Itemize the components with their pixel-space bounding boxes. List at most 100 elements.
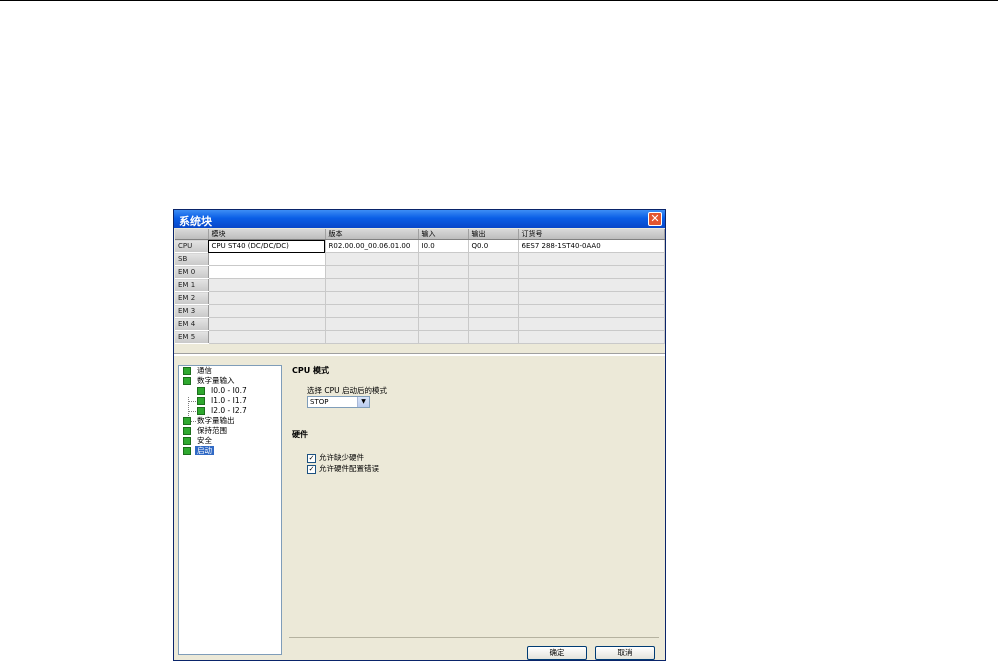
header-order-number: 订货号 <box>518 229 665 240</box>
version-cell <box>325 265 419 279</box>
order-number-cell: 6ES7 288-1ST40-0AA0 <box>518 239 665 253</box>
input-cell <box>418 304 469 318</box>
module-cell[interactable] <box>208 291 326 305</box>
version-cell <box>325 291 419 305</box>
table-row[interactable]: SB <box>175 252 665 266</box>
table-row[interactable]: CPU CPU ST40 (DC/DC/DC) R02.00.00_00.06.… <box>175 239 665 253</box>
slot-label[interactable]: EM 4 <box>175 317 209 331</box>
system-block-dialog: 系统块 ✕ 模块 版本 输入 输出 订货号 CPU CPU ST40 (DC/D… <box>173 209 666 661</box>
input-cell <box>418 278 469 292</box>
settings-tree: 通信 数字量输入 I0.0 - I0.7 I1.0 - I1.7 I2.0 - … <box>178 365 282 655</box>
version-cell <box>325 317 419 331</box>
tree-item-digital-inputs[interactable]: 数字量输入 <box>183 376 237 386</box>
checkbox-checked-icon[interactable]: ✓ <box>307 464 316 474</box>
module-cell[interactable]: CPU ST40 (DC/DC/DC) <box>208 239 326 253</box>
slot-label[interactable]: EM 2 <box>175 291 209 305</box>
allow-missing-hardware-checkbox[interactable]: ✓ 允许缺少硬件 <box>307 452 364 463</box>
tree-connector <box>189 401 196 402</box>
cpu-mode-heading: CPU 模式 <box>292 366 330 375</box>
table-row[interactable]: EM 5 <box>175 330 665 344</box>
tree-item-label: 通信 <box>197 366 212 375</box>
tree-item-label: 数字量输入 <box>197 376 235 385</box>
node-icon <box>183 367 191 375</box>
slot-label[interactable]: EM 1 <box>175 278 209 292</box>
slot-label[interactable]: EM 5 <box>175 330 209 344</box>
version-cell <box>325 252 419 266</box>
tree-item-label: 安全 <box>197 436 212 445</box>
input-cell: I0.0 <box>418 239 469 253</box>
tree-item-i0[interactable]: I0.0 - I0.7 <box>197 386 249 396</box>
startup-mode-value: STOP <box>310 398 329 406</box>
slot-label[interactable]: SB <box>175 252 209 266</box>
checkbox-checked-icon[interactable]: ✓ <box>307 453 316 463</box>
slot-label[interactable]: CPU <box>175 239 209 253</box>
hardware-heading: 硬件 <box>292 430 308 439</box>
tree-item-label: I0.0 - I0.7 <box>211 386 247 395</box>
startup-mode-label: 选择 CPU 启动后的模式 <box>307 386 388 395</box>
order-number-cell <box>518 278 665 292</box>
version-cell: R02.00.00_00.06.01.00 <box>325 239 419 253</box>
startup-mode-select[interactable]: STOP ▼ <box>307 396 370 408</box>
module-cell[interactable] <box>208 330 326 344</box>
close-button[interactable]: ✕ <box>648 212 662 226</box>
slot-label[interactable]: EM 0 <box>175 265 209 279</box>
table-row[interactable]: EM 1 <box>175 278 665 292</box>
cancel-button[interactable]: 取消 <box>595 646 655 660</box>
table-row[interactable]: EM 3 <box>175 304 665 318</box>
button-separator <box>289 637 659 638</box>
version-cell <box>325 278 419 292</box>
table-row[interactable]: EM 4 <box>175 317 665 331</box>
tree-item-security[interactable]: 安全 <box>183 436 214 446</box>
order-number-cell <box>518 252 665 266</box>
output-cell: Q0.0 <box>468 239 519 253</box>
header-input: 输入 <box>418 229 469 240</box>
module-cell[interactable] <box>208 317 326 331</box>
tree-item-retentive-ranges[interactable]: 保持范围 <box>183 426 229 436</box>
module-table: 模块 版本 输入 输出 订货号 CPU CPU ST40 (DC/DC/DC) … <box>175 229 665 344</box>
table-row[interactable]: EM 0 <box>175 265 665 279</box>
table-row[interactable]: EM 2 <box>175 291 665 305</box>
page-top-rule <box>0 0 998 1</box>
window-title: 系统块 <box>179 215 212 228</box>
tree-item-i1[interactable]: I1.0 - I1.7 <box>197 396 249 406</box>
tree-item-startup[interactable]: 启动 <box>183 446 214 456</box>
input-cell <box>418 291 469 305</box>
tree-item-label: 数字量输出 <box>197 416 235 425</box>
output-cell <box>468 278 519 292</box>
input-cell <box>418 265 469 279</box>
tree-item-i2[interactable]: I2.0 - I2.7 <box>197 406 249 416</box>
node-icon <box>197 397 205 405</box>
tree-item-communication[interactable]: 通信 <box>183 366 214 376</box>
tree-item-label: 启动 <box>195 446 214 455</box>
module-cell[interactable] <box>208 252 326 266</box>
ok-button[interactable]: 确定 <box>527 646 587 660</box>
order-number-cell <box>518 291 665 305</box>
order-number-cell <box>518 330 665 344</box>
input-cell <box>418 317 469 331</box>
node-icon <box>197 387 205 395</box>
tree-item-digital-outputs[interactable]: 数字量输出 <box>183 416 237 426</box>
module-cell[interactable] <box>208 278 326 292</box>
node-icon <box>183 447 191 455</box>
order-number-cell <box>518 265 665 279</box>
version-cell <box>325 304 419 318</box>
tree-item-label: I1.0 - I1.7 <box>211 396 247 405</box>
header-version: 版本 <box>325 229 419 240</box>
checkbox-label: 允许硬件配置错误 <box>319 464 379 473</box>
module-cell[interactable] <box>208 265 326 279</box>
checkbox-label: 允许缺少硬件 <box>319 453 364 462</box>
allow-config-errors-checkbox[interactable]: ✓ 允许硬件配置错误 <box>307 463 379 474</box>
node-icon <box>197 407 205 415</box>
tree-connector <box>189 411 196 412</box>
slot-label[interactable]: EM 3 <box>175 304 209 318</box>
module-cell[interactable] <box>208 304 326 318</box>
header-slot <box>175 229 209 240</box>
title-bar[interactable]: 系统块 ✕ <box>174 210 665 228</box>
chevron-down-icon[interactable]: ▼ <box>357 397 369 407</box>
order-number-cell <box>518 317 665 331</box>
pane-splitter[interactable] <box>174 353 665 356</box>
tree-item-label: 保持范围 <box>197 426 227 435</box>
close-icon: ✕ <box>650 212 660 225</box>
input-cell <box>418 252 469 266</box>
table-header-row: 模块 版本 输入 输出 订货号 <box>175 229 665 240</box>
